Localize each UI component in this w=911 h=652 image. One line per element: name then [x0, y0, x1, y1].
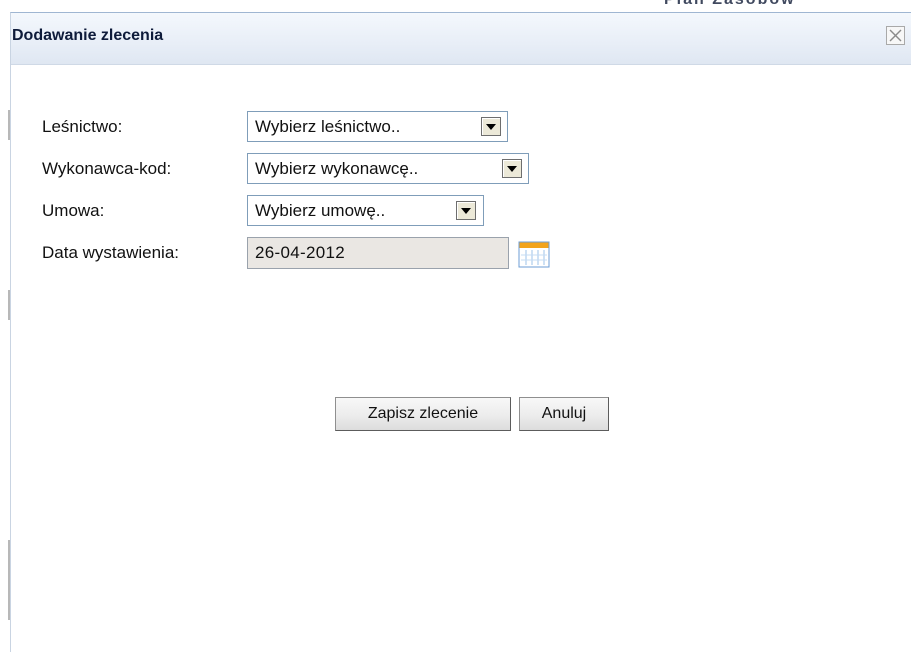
chevron-down-icon[interactable]: [456, 201, 476, 220]
dialog-titlebar[interactable]: Dodawanie zlecenia: [11, 13, 911, 65]
wykonawca-selected-value: Wybierz wykonawcę..: [255, 159, 419, 178]
umowa-selected-value: Wybierz umowę..: [255, 201, 386, 220]
calendar-icon[interactable]: [518, 241, 550, 268]
data-wystawienia-input[interactable]: [247, 237, 509, 269]
lesnictwo-selected-value: Wybierz leśnictwo..: [255, 117, 401, 136]
chevron-down-icon[interactable]: [481, 117, 501, 136]
page: Plan Zasobów Dodawanie zlecenia Leśnictw…: [0, 0, 911, 652]
chevron-down-icon[interactable]: [502, 159, 522, 178]
form-row-wykonawca: Wykonawca-kod: Wybierz wykonawcę..: [11, 153, 551, 185]
close-icon[interactable]: [886, 26, 905, 45]
form-row-umowa: Umowa: Wybierz umowę..: [11, 195, 551, 227]
form-row-data-wystawienia: Data wystawienia:: [11, 237, 571, 269]
cancel-button[interactable]: Anuluj: [519, 397, 609, 431]
wykonawca-select[interactable]: Wybierz wykonawcę..: [247, 153, 529, 184]
umowa-select[interactable]: Wybierz umowę..: [247, 195, 484, 226]
background-window-strip: Plan Zasobów: [0, 0, 911, 12]
form-row-lesnictwo: Leśnictwo: Wybierz leśnictwo..: [11, 111, 551, 143]
dialog-title: Dodawanie zlecenia: [12, 27, 164, 44]
lesnictwo-label: Leśnictwo:: [42, 117, 123, 136]
lesnictwo-select[interactable]: Wybierz leśnictwo..: [247, 111, 508, 142]
umowa-label: Umowa:: [42, 201, 105, 220]
data-wystawienia-label: Data wystawienia:: [42, 243, 180, 262]
add-order-dialog: Dodawanie zlecenia Leśnictwo: Wybierz le…: [10, 12, 911, 652]
save-order-button[interactable]: Zapisz zlecenie: [335, 397, 511, 431]
wykonawca-label: Wykonawca-kod:: [42, 159, 172, 178]
background-header-fragment: Plan Zasobów: [664, 0, 804, 8]
